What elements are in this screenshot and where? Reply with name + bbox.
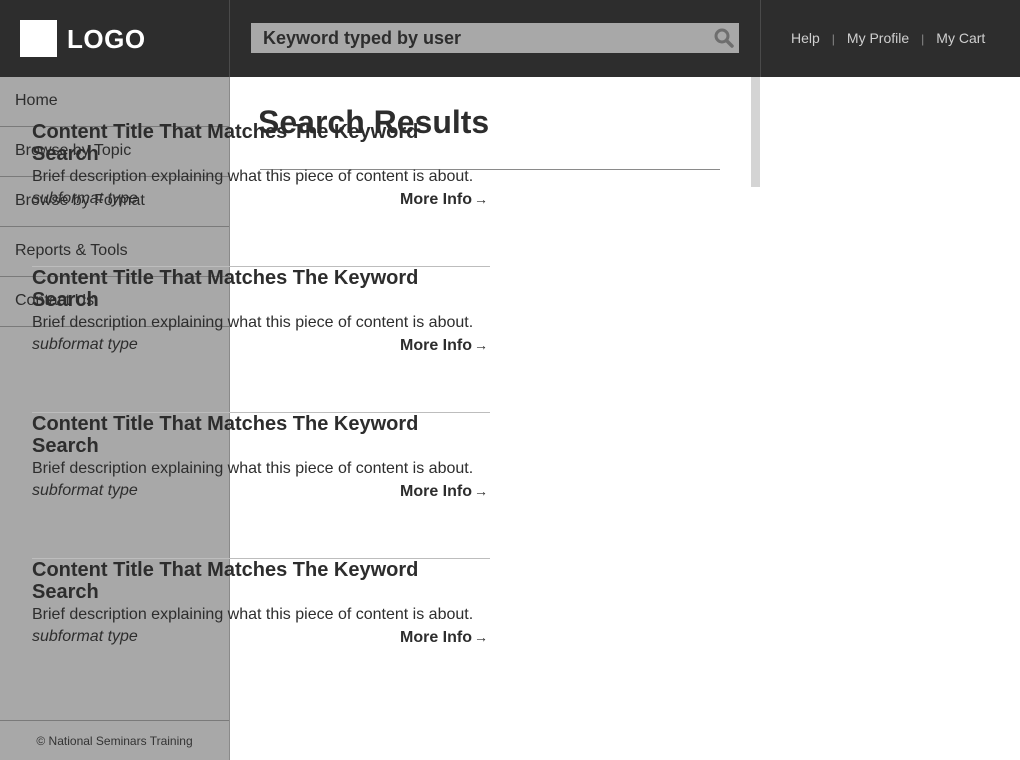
- result-item: Content Title That Matches The Keyword S…: [32, 559, 490, 705]
- sidebar-item-home[interactable]: Home: [0, 77, 229, 127]
- my-cart-link[interactable]: My Cart: [936, 30, 985, 46]
- help-link[interactable]: Help: [791, 30, 820, 46]
- search-input[interactable]: [251, 23, 701, 53]
- search-icon[interactable]: [713, 27, 735, 49]
- more-info-link[interactable]: More Info →: [400, 189, 488, 210]
- logo-text: LOGO: [67, 24, 146, 54]
- result-title[interactable]: Content Title That Matches The Keyword S…: [32, 267, 452, 311]
- more-info-link[interactable]: More Info →: [400, 481, 488, 502]
- more-info-label: More Info: [400, 337, 472, 354]
- result-description: Brief description explaining what this p…: [32, 606, 474, 623]
- more-info-link[interactable]: More Info →: [400, 335, 488, 356]
- arrow-right-icon: →: [474, 191, 488, 207]
- top-bar: LOGO Help | My Profile | My Cart: [0, 0, 1020, 77]
- link-separator: |: [921, 32, 925, 46]
- scrollbar-thumb[interactable]: [751, 77, 760, 187]
- result-description: Brief description explaining what this p…: [32, 460, 474, 477]
- search-bar: [251, 23, 739, 53]
- logo-square: [20, 20, 57, 57]
- link-separator: |: [831, 32, 835, 46]
- result-item: Content Title That Matches The Keyword S…: [32, 267, 490, 413]
- arrow-right-icon: →: [474, 629, 488, 645]
- result-title[interactable]: Content Title That Matches The Keyword S…: [32, 121, 452, 165]
- utility-links: Help | My Profile | My Cart: [791, 30, 985, 46]
- results-list: Content Title That Matches The Keyword S…: [32, 121, 490, 705]
- result-item: Content Title That Matches The Keyword S…: [32, 121, 490, 267]
- result-title[interactable]: Content Title That Matches The Keyword S…: [32, 413, 452, 457]
- result-description: Brief description explaining what this p…: [32, 314, 474, 331]
- more-info-link[interactable]: More Info →: [400, 627, 488, 648]
- logo-area[interactable]: LOGO: [0, 0, 230, 77]
- more-info-label: More Info: [400, 483, 472, 500]
- arrow-right-icon: →: [474, 337, 488, 353]
- more-info-label: More Info: [400, 191, 472, 208]
- result-title[interactable]: Content Title That Matches The Keyword S…: [32, 559, 452, 603]
- result-description: Brief description explaining what this p…: [32, 168, 474, 185]
- more-info-label: More Info: [400, 629, 472, 646]
- copyright-footer: © National Seminars Training: [0, 720, 229, 760]
- my-profile-link[interactable]: My Profile: [847, 30, 909, 46]
- utility-links-area: Help | My Profile | My Cart: [760, 0, 1020, 77]
- result-item: Content Title That Matches The Keyword S…: [32, 413, 490, 559]
- arrow-right-icon: →: [474, 483, 488, 499]
